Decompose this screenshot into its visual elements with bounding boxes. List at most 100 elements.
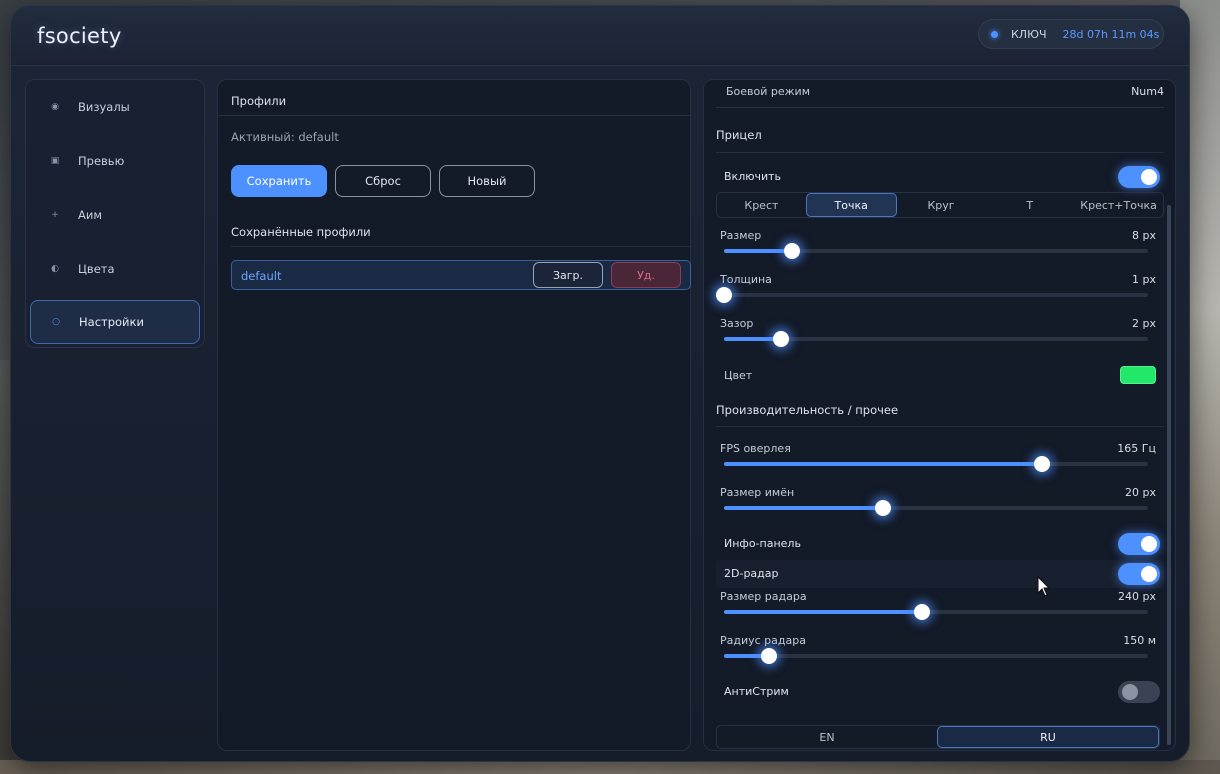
style-option-cross-dot[interactable]: Крест+Точка [1074,193,1163,217]
crosshair-color-swatch[interactable] [1120,366,1156,384]
slider-handle[interactable] [783,243,800,259]
toggle-knob [1141,566,1157,582]
radar-2d-label: 2D-радар [724,567,779,580]
dot-icon: ◉ [51,102,59,112]
radar-2d-toggle[interactable] [1118,563,1160,585]
name-size-value: 20 px [1125,486,1156,499]
name-size-slider-row: Размер имён 20 px [716,486,1164,530]
slider-handle[interactable] [716,287,732,303]
name-size-slider[interactable] [724,500,1148,516]
top-bar: fsociety КЛЮЧ 28d 07h 11m 04s [11,6,1189,66]
antistream-toggle[interactable] [1118,681,1160,703]
name-size-label: Размер имён [720,486,795,499]
thickness-slider-row: Толщина 1 px [716,273,1164,317]
antistream-row: АнтиСтрим [716,678,1164,706]
ring-icon: ○ [52,317,60,327]
gap-slider-row: Зазор 2 px [716,317,1164,361]
slider-handle[interactable] [1034,456,1050,472]
fps-label: FPS оверлея [720,442,791,455]
profiles-title: Профили [231,94,287,108]
style-option-t[interactable]: T [985,193,1074,217]
fps-slider[interactable] [724,456,1148,472]
sidebar: ◉ Визуалы ▣ Превью + Аим ◐ Цвета ○ Настр… [25,79,205,348]
settings-panel: Боевой режим Num4 Прицел Включить Крест … [703,79,1176,751]
sidebar-item-label: Визуалы [78,100,130,114]
slider-handle[interactable] [914,604,930,620]
performance-section-title: Производительность / прочее [716,403,899,417]
divider [231,246,691,247]
info-panel-label: Инфо-панель [724,537,801,550]
square-icon: ▣ [50,156,60,166]
crosshair-style-selector: Крест Точка Круг T Крест+Точка [716,192,1164,218]
load-profile-button[interactable]: Загр. [533,262,603,288]
profile-name: default [241,269,282,283]
size-slider[interactable] [724,243,1148,259]
color-label: Цвет [724,369,753,382]
reset-button[interactable]: Сброс [335,165,431,197]
license-key-pill: КЛЮЧ 28d 07h 11m 04s [978,19,1164,49]
gap-label: Зазор [720,317,754,330]
size-label: Размер [720,229,762,242]
style-option-dot[interactable]: Точка [805,193,897,217]
language-option-en[interactable]: EN [717,726,937,748]
sidebar-item-label: Аим [78,208,103,222]
sidebar-item-aim[interactable]: + Аим [30,193,200,237]
divider [716,426,1164,427]
language-option-ru[interactable]: RU [937,726,1159,748]
fps-slider-row: FPS оверлея 165 Гц [716,442,1164,486]
divider [218,115,692,116]
active-profile-text: Активный: default [231,130,339,144]
app-window: fsociety КЛЮЧ 28d 07h 11m 04s ◉ Визуалы … [10,5,1190,762]
background-scene-bottom [0,760,1220,774]
radar-size-value: 240 px [1118,590,1156,603]
slider-fill [724,249,792,253]
slider-handle[interactable] [875,500,891,516]
size-slider-row: Размер 8 px [716,229,1164,273]
toggle-knob [1122,684,1138,700]
sidebar-item-visuals[interactable]: ◉ Визуалы [30,85,200,129]
saved-profiles-title: Сохранённые профили [231,225,371,239]
info-panel-row: Инфо-панель [716,530,1164,558]
scrollbar-thumb[interactable] [1167,205,1171,745]
slider-fill [724,462,1042,466]
radar-size-label: Размер радара [720,590,807,603]
profile-row[interactable]: default Загр. Уд. [231,260,691,290]
slider-handle[interactable] [760,648,777,664]
info-panel-toggle[interactable] [1118,533,1160,555]
radar-size-slider[interactable] [724,604,1148,620]
slider-handle[interactable] [773,331,790,347]
status-dot-icon [991,30,998,38]
sidebar-item-label: Настройки [79,315,144,329]
sidebar-item-preview[interactable]: ▣ Превью [30,139,200,183]
profiles-panel: Профили Активный: default Сохранить Сбро… [217,79,692,751]
radar-radius-value: 150 м [1123,634,1156,647]
language-selector: EN RU [716,725,1160,749]
sidebar-item-settings[interactable]: ○ Настройки [30,300,200,344]
sidebar-item-label: Превью [78,154,125,168]
thickness-label: Толщина [720,273,772,286]
half-circle-icon: ◐ [51,264,59,274]
crosshair-section-title: Прицел [716,128,762,142]
gap-slider[interactable] [724,331,1148,347]
key-time-remaining: 28d 07h 11m 04s [1062,27,1160,41]
toggle-knob [1141,169,1157,185]
radar-radius-slider[interactable] [724,648,1148,664]
divider [716,152,1164,153]
crosshair-enable-toggle[interactable] [1118,166,1160,188]
radar-radius-slider-row: Радиус радара 150 м [716,634,1164,678]
color-row: Цвет [716,364,1164,386]
combat-mode-row[interactable]: Боевой режим Num4 [716,85,1164,105]
key-label: КЛЮЧ [1011,27,1047,41]
save-button[interactable]: Сохранить [231,165,327,197]
radar-radius-label: Радиус радара [720,634,806,647]
thickness-slider[interactable] [716,287,1148,303]
sidebar-item-colors[interactable]: ◐ Цвета [30,247,200,291]
fps-value: 165 Гц [1117,442,1156,455]
style-option-circle[interactable]: Круг [897,193,986,217]
new-profile-button[interactable]: Новый [439,165,535,197]
combat-mode-label: Боевой режим [726,85,811,98]
delete-profile-button[interactable]: Уд. [611,262,681,288]
slider-fill [724,610,922,614]
style-option-cross[interactable]: Крест [717,193,806,217]
sidebar-item-label: Цвета [78,262,115,276]
